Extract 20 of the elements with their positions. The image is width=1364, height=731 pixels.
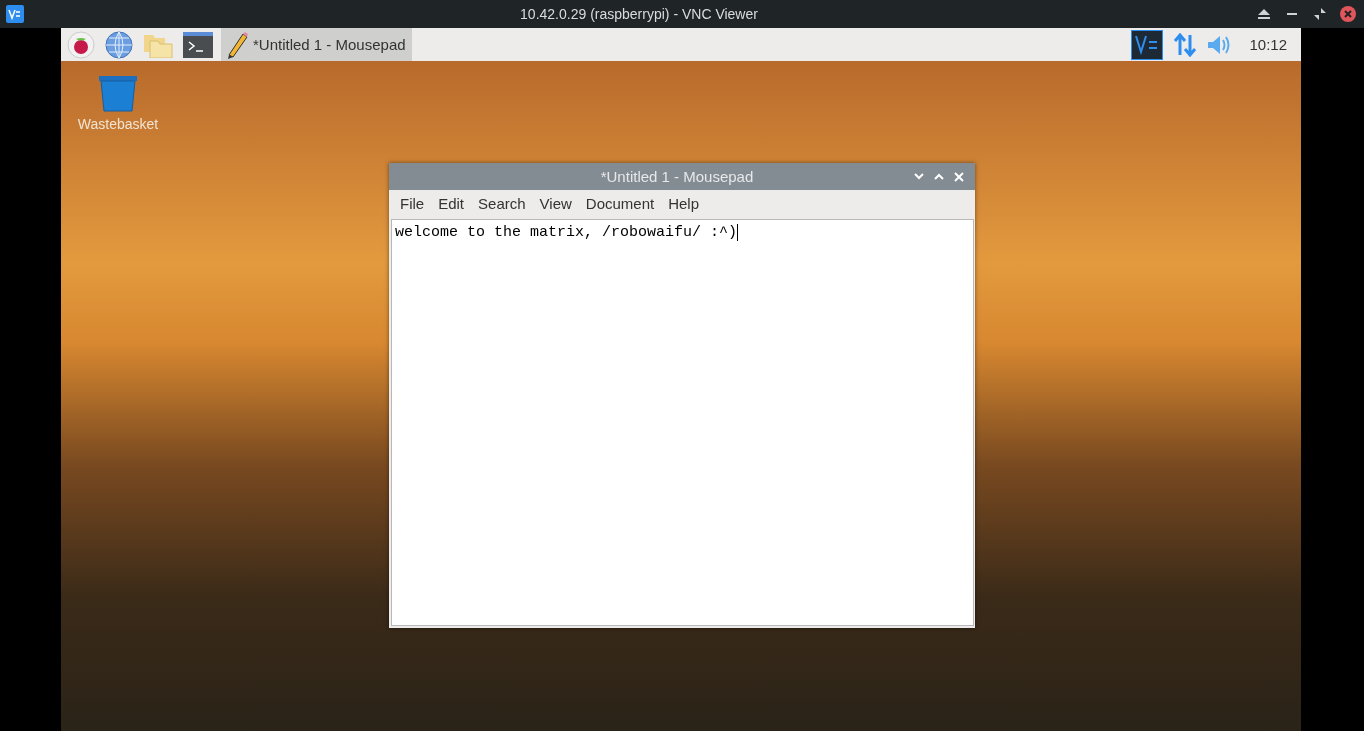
- raspberry-icon[interactable]: [65, 29, 97, 60]
- bin-icon: [98, 74, 138, 112]
- menu-item[interactable]: Edit: [431, 195, 472, 212]
- vnc-icon[interactable]: [1129, 29, 1166, 60]
- taskbar-task[interactable]: *Untitled 1 - Mousepad: [221, 28, 412, 61]
- document-text: welcome to the matrix, /robowaifu/ :^): [395, 224, 739, 241]
- editor-title: *Untitled 1 - Mousepad: [599, 168, 755, 185]
- menu-item[interactable]: View: [532, 195, 579, 212]
- menu-item[interactable]: File: [393, 195, 432, 212]
- terminal-icon[interactable]: [181, 29, 215, 60]
- text-area[interactable]: welcome to the matrix, /robowaifu/ :^): [391, 219, 974, 626]
- menu-item[interactable]: Document: [578, 195, 662, 212]
- globe-icon[interactable]: [103, 29, 135, 60]
- clock: 10:12: [1249, 36, 1287, 53]
- close-icon[interactable]: [1338, 4, 1358, 24]
- window-title: 10.42.0.29 (raspberrypi) - VNC Viewer: [519, 6, 759, 22]
- menu-item[interactable]: Search: [471, 195, 533, 212]
- pencil-icon: [225, 30, 249, 59]
- app-logo-icon: [6, 5, 24, 23]
- menu-item[interactable]: Help: [661, 195, 707, 212]
